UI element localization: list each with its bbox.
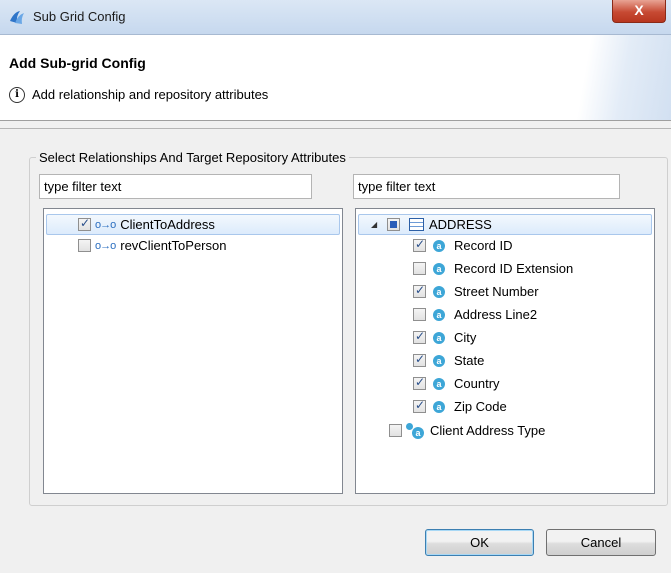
tree-item-label: City bbox=[454, 330, 477, 345]
cancel-button[interactable]: Cancel bbox=[546, 529, 656, 556]
attribute-icon: a bbox=[433, 331, 445, 344]
attribute-icon: a bbox=[433, 285, 445, 298]
clienttoaddress-checkbox[interactable] bbox=[78, 216, 91, 231]
tree-item-state[interactable]: a State bbox=[413, 350, 484, 371]
attribute-icon: a bbox=[433, 400, 445, 413]
street-number-checkbox[interactable] bbox=[413, 283, 426, 298]
record-id-extension-checkbox[interactable] bbox=[413, 262, 426, 275]
info-icon: i bbox=[9, 87, 25, 103]
tree-item-label: Address Line2 bbox=[454, 307, 538, 322]
dialog-header: Add Sub-grid Config i Add relationship a… bbox=[0, 35, 671, 121]
close-button[interactable]: X bbox=[612, 0, 666, 23]
revclienttoperson-checkbox[interactable] bbox=[78, 239, 91, 252]
attributes-tree[interactable]: ◢ ADDRESS a Record ID a Record ID Extens… bbox=[355, 208, 655, 494]
relationships-filter-input[interactable] bbox=[39, 174, 312, 199]
tree-item-label: Zip Code bbox=[454, 399, 507, 414]
relationship-icon: o→o bbox=[95, 218, 116, 231]
tree-item-label: Record ID bbox=[454, 238, 513, 253]
tree-item-record-id-extension[interactable]: a Record ID Extension bbox=[413, 258, 573, 279]
tree-item-label: ADDRESS bbox=[429, 217, 492, 232]
table-icon bbox=[409, 218, 424, 231]
ok-button[interactable]: OK bbox=[425, 529, 534, 556]
attribute-icon: a bbox=[433, 354, 445, 367]
record-id-checkbox[interactable] bbox=[413, 237, 426, 252]
state-checkbox[interactable] bbox=[413, 352, 426, 367]
city-checkbox[interactable] bbox=[413, 329, 426, 344]
address-checkbox[interactable] bbox=[387, 218, 400, 231]
tree-item-label: revClientToPerson bbox=[120, 238, 227, 253]
zip-code-checkbox[interactable] bbox=[413, 398, 426, 413]
tree-item-record-id[interactable]: a Record ID bbox=[413, 235, 513, 256]
dialog-description: Add relationship and repository attribut… bbox=[32, 87, 269, 102]
title-bar: Sub Grid Config X bbox=[0, 0, 671, 35]
complex-attribute-icon: a bbox=[406, 422, 424, 439]
tree-item-label: Record ID Extension bbox=[454, 261, 574, 276]
tree-item-city[interactable]: a City bbox=[413, 327, 476, 348]
header-separator bbox=[0, 128, 671, 129]
tree-item-address[interactable]: ◢ ADDRESS bbox=[358, 214, 652, 235]
relationship-icon: o→o bbox=[95, 239, 116, 252]
tree-item-revclienttoperson[interactable]: o→o revClientToPerson bbox=[46, 235, 372, 256]
tree-item-street-number[interactable]: a Street Number bbox=[413, 281, 539, 302]
attribute-icon: a bbox=[433, 262, 445, 275]
attributes-filter-input[interactable] bbox=[353, 174, 620, 199]
country-checkbox[interactable] bbox=[413, 375, 426, 390]
tree-item-label: ClientToAddress bbox=[120, 217, 215, 232]
tree-item-label: Country bbox=[454, 376, 500, 391]
header-decoration bbox=[551, 35, 671, 120]
window-title: Sub Grid Config bbox=[33, 9, 126, 24]
attribute-icon: a bbox=[433, 308, 445, 321]
tree-item-label: Client Address Type bbox=[430, 423, 546, 438]
attribute-icon: a bbox=[433, 377, 445, 390]
group-label: Select Relationships And Target Reposito… bbox=[36, 150, 349, 165]
tree-item-clienttoaddress[interactable]: o→o ClientToAddress bbox=[46, 214, 340, 235]
tree-item-zip-code[interactable]: a Zip Code bbox=[413, 396, 507, 417]
tree-item-label: State bbox=[454, 353, 485, 368]
dialog-heading: Add Sub-grid Config bbox=[9, 55, 146, 71]
address-line2-checkbox[interactable] bbox=[413, 308, 426, 321]
relationships-tree[interactable]: o→o ClientToAddress o→o revClientToPerso… bbox=[43, 208, 343, 494]
tree-item-label: Street Number bbox=[454, 284, 539, 299]
app-logo-icon bbox=[10, 11, 24, 24]
attribute-icon: a bbox=[433, 239, 445, 252]
tree-item-address-line2[interactable]: a Address Line2 bbox=[413, 304, 537, 325]
tree-item-country[interactable]: a Country bbox=[413, 373, 500, 394]
tree-item-client-address-type[interactable]: a Client Address Type bbox=[389, 420, 545, 441]
collapse-arrow-icon[interactable]: ◢ bbox=[371, 220, 379, 229]
client-address-type-checkbox[interactable] bbox=[389, 424, 402, 437]
